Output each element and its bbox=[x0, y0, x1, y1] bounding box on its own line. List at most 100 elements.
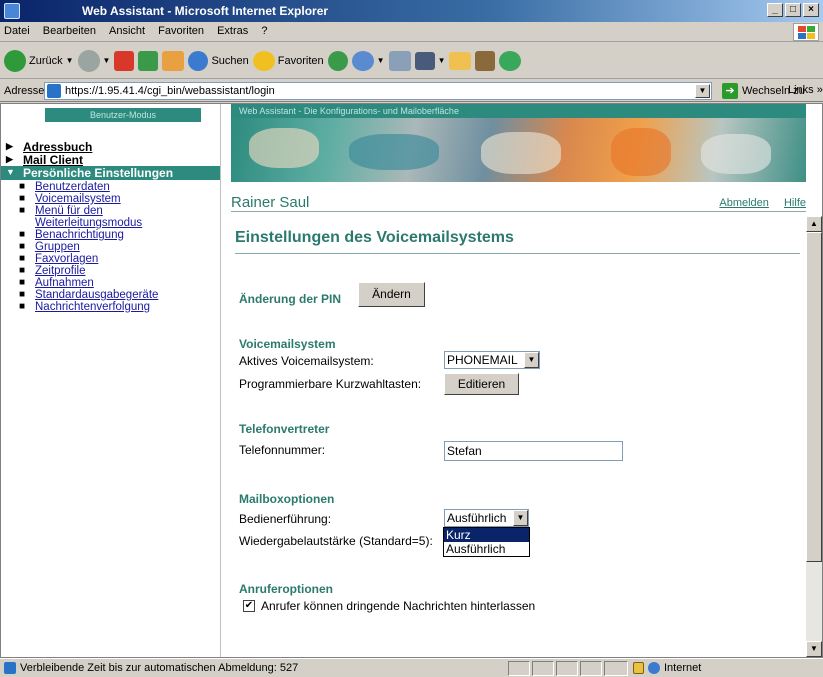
chevron-down-icon: ▼ bbox=[437, 56, 446, 65]
operation-select[interactable]: Ausführlich ▼ bbox=[444, 509, 529, 527]
change-pin-button[interactable]: Ändern bbox=[358, 282, 425, 307]
submenu-item-weiterleitungsmodus[interactable]: ■ Menü für den Weiterleitungsmodus bbox=[1, 205, 201, 229]
scroll-down-button[interactable]: ▼ bbox=[806, 641, 822, 657]
chevron-down-icon: ▼ bbox=[513, 510, 528, 526]
deputy-heading: Telefonvertreter bbox=[239, 422, 330, 436]
refresh-button[interactable] bbox=[138, 47, 159, 75]
print-button[interactable] bbox=[388, 47, 411, 75]
submenu-item-benachrichtigung[interactable]: ■ Benachrichtigung bbox=[1, 229, 220, 241]
help-link[interactable]: Hilfe bbox=[784, 197, 806, 209]
scroll-thumb[interactable] bbox=[806, 232, 822, 562]
edit-button[interactable]: ▼ bbox=[414, 47, 446, 75]
sidebar-submenu: ■ Benutzerdaten ■ Voicemailsystem ■ Menü fü… bbox=[1, 181, 220, 313]
submenu-item-faxvorlagen[interactable]: ■ Faxvorlagen bbox=[1, 253, 220, 265]
home-button[interactable] bbox=[162, 47, 185, 75]
main-area: Web Assistant - Die Konfigurations- und … bbox=[221, 104, 822, 657]
submenu-link[interactable]: Zeitprofile bbox=[35, 265, 86, 277]
active-voicemail-select[interactable]: PHONEMAIL ▼ bbox=[444, 351, 540, 369]
address-dropdown-button[interactable]: ▼ bbox=[695, 84, 710, 98]
address-input[interactable]: https://1.95.41.4/cgi_bin/webassistant/l… bbox=[44, 82, 712, 100]
favorites-button[interactable]: Favoriten bbox=[252, 47, 324, 75]
menu-datei[interactable]: Datei bbox=[0, 22, 35, 37]
sidebar-item-label[interactable]: Adressbuch bbox=[23, 140, 92, 154]
submenu-link[interactable]: Faxvorlagen bbox=[35, 253, 98, 265]
status-bar: Verbleibende Zeit bis zur automatischen … bbox=[0, 658, 823, 677]
option-kurz[interactable]: Kurz bbox=[444, 528, 529, 542]
submenu-item-standardausgabegeraete[interactable]: ■ Standardausgabegeräte bbox=[1, 289, 220, 301]
banner-phone-shape bbox=[481, 132, 561, 174]
menu-extras[interactable]: Extras bbox=[212, 22, 253, 37]
submenu-link[interactable]: Aufnahmen bbox=[35, 277, 94, 289]
chevron-down-icon: ▼ bbox=[376, 56, 385, 65]
ie-icon bbox=[4, 3, 20, 19]
submenu-link[interactable]: Benachrichtigung bbox=[35, 229, 124, 241]
submenu-item-benutzerdaten[interactable]: ■ Benutzerdaten bbox=[1, 181, 220, 193]
sidebar-item-mail-client[interactable]: ▶ Mail Client bbox=[1, 153, 220, 167]
submenu-link[interactable]: Menü für den Weiterleitungsmodus bbox=[35, 205, 142, 229]
active-voicemail-value: PHONEMAIL bbox=[447, 353, 518, 367]
status-cell bbox=[508, 661, 530, 676]
go-arrow-icon: ➔ bbox=[722, 83, 738, 99]
submenu-link[interactable]: Nachrichtenverfolgung bbox=[35, 301, 150, 313]
submenu-link[interactable]: Standardausgabegeräte bbox=[35, 289, 158, 301]
mail-button[interactable]: ▼ bbox=[351, 47, 385, 75]
urgent-label: Anrufer können dringende Nachrichten hin… bbox=[261, 599, 536, 613]
urgent-checkbox[interactable]: ✔ bbox=[243, 600, 255, 612]
chevron-down-icon: ▼ bbox=[65, 56, 74, 65]
vertical-scrollbar[interactable]: ▲ ▼ bbox=[806, 216, 822, 657]
user-links: Abmelden Hilfe bbox=[707, 197, 806, 209]
links-button[interactable]: Links » bbox=[788, 84, 823, 96]
stop-icon bbox=[114, 50, 135, 71]
banner-hand-shape bbox=[249, 128, 319, 168]
messenger-icon bbox=[499, 50, 522, 71]
submenu-item-nachrichtenverfolgung[interactable]: ■ Nachrichtenverfolgung bbox=[1, 301, 220, 313]
search-button[interactable]: Suchen bbox=[188, 47, 249, 75]
menu-favoriten[interactable]: Favoriten bbox=[153, 22, 209, 37]
menu-bearbeiten[interactable]: Bearbeiten bbox=[38, 22, 101, 37]
back-button[interactable]: Zurück ▼ bbox=[4, 47, 74, 75]
submenu-link[interactable]: Benutzerdaten bbox=[35, 181, 110, 193]
sidebar-item-label[interactable]: Mail Client bbox=[23, 153, 83, 167]
maximize-button[interactable]: □ bbox=[785, 3, 801, 17]
phone-number-input[interactable]: Stefan bbox=[444, 441, 623, 461]
chevron-down-icon: ▼ bbox=[524, 352, 539, 368]
edit-icon bbox=[414, 51, 435, 70]
edit-speeddial-button[interactable]: Editieren bbox=[444, 373, 519, 395]
logout-link[interactable]: Abmelden bbox=[719, 197, 769, 209]
stop-button[interactable] bbox=[114, 47, 135, 75]
bullet-icon: ■ bbox=[19, 265, 26, 276]
option-ausfuehrlich[interactable]: Ausführlich bbox=[444, 542, 529, 556]
operation-label: Bedienerführung: bbox=[239, 512, 332, 526]
submenu-link[interactable]: Gruppen bbox=[35, 241, 80, 253]
submenu-link[interactable]: Voicemailsystem bbox=[35, 193, 121, 205]
submenu-item-aufnahmen[interactable]: ■ Aufnahmen bbox=[1, 277, 220, 289]
submenu-item-voicemailsystem[interactable]: ■ Voicemailsystem bbox=[1, 193, 220, 205]
menu-ansicht[interactable]: Ansicht bbox=[104, 22, 150, 37]
forward-button[interactable]: ▼ bbox=[77, 47, 110, 75]
submenu-item-zeitprofile[interactable]: ■ Zeitprofile bbox=[1, 265, 220, 277]
menu-bar: Datei Bearbeiten Ansicht Favoriten Extra… bbox=[0, 22, 823, 42]
triangle-right-icon: ▶ bbox=[6, 154, 13, 164]
submenu-item-gruppen[interactable]: ■ Gruppen bbox=[1, 241, 220, 253]
status-text: Verbleibende Zeit bis zur automatischen … bbox=[20, 662, 299, 674]
minimize-button[interactable]: _ bbox=[767, 3, 783, 17]
sidebar-item-persoenliche-einstellungen[interactable]: ▼ Persönliche Einstellungen bbox=[1, 166, 220, 180]
menu-help[interactable]: ? bbox=[256, 22, 272, 37]
search-label: Suchen bbox=[211, 54, 249, 67]
close-button[interactable]: × bbox=[803, 3, 819, 17]
address-url: https://1.95.41.4/cgi_bin/webassistant/l… bbox=[65, 85, 275, 97]
sidebar-nav: ▶ Adressbuch ▶ Mail Client ▼ Persönliche… bbox=[1, 140, 220, 313]
sidebar-item-label[interactable]: Persönliche Einstellungen bbox=[23, 166, 173, 180]
mailbox-heading: Mailboxoptionen bbox=[239, 492, 335, 506]
scroll-up-button[interactable]: ▲ bbox=[806, 216, 822, 232]
lock-icon bbox=[633, 662, 644, 674]
history-button[interactable] bbox=[327, 47, 348, 75]
research-icon bbox=[475, 50, 496, 71]
page-content: Benutzer-Modus ▶ Adressbuch ▶ Mail Clien… bbox=[0, 103, 823, 658]
folder-button[interactable] bbox=[449, 47, 472, 75]
star-icon bbox=[252, 50, 275, 71]
bullet-icon: ■ bbox=[19, 301, 26, 312]
research-button[interactable] bbox=[475, 47, 496, 75]
sidebar-item-adressbuch[interactable]: ▶ Adressbuch bbox=[1, 140, 220, 154]
messenger-button[interactable] bbox=[499, 47, 522, 75]
